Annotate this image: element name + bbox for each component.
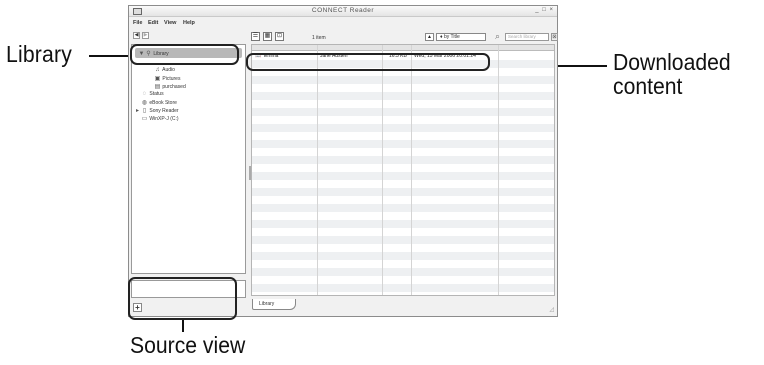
library-tab[interactable]: Library: [252, 299, 296, 310]
sidebar-item-label: Status: [149, 91, 164, 97]
empty-row: [252, 108, 554, 116]
sidebar-item-ebook-store[interactable]: ◍ eBook Store: [141, 99, 177, 106]
empty-row: [252, 252, 554, 260]
sidebar-item-sony-reader[interactable]: ▸ ▯ Sony Reader: [134, 107, 179, 114]
empty-row: [252, 92, 554, 100]
column-divider: [411, 45, 412, 295]
title-bar: CONNECT Reader _ □ ×: [129, 6, 557, 17]
sidebar-item-label: eBook Store: [149, 100, 177, 106]
sidebar-item-label: WinXP-J (C:): [149, 116, 179, 122]
library-highlight: [130, 44, 239, 65]
sidebar-item-drive[interactable]: ▭ WinXP-J (C:): [141, 115, 179, 122]
empty-row: [252, 84, 554, 92]
sidebar-item-label: Sony Reader: [149, 108, 179, 114]
column-header[interactable]: [252, 45, 554, 51]
empty-row: [252, 140, 554, 148]
empty-row: [252, 148, 554, 156]
resize-grip-icon[interactable]: ◿: [549, 306, 554, 313]
empty-row: [252, 268, 554, 276]
window-controls[interactable]: _ □ ×: [535, 7, 554, 13]
back-button[interactable]: ◀: [133, 32, 140, 39]
source-view-leader-line: [182, 318, 184, 332]
menu-edit[interactable]: Edit: [148, 20, 158, 26]
sort-order-button[interactable]: ▲: [425, 33, 434, 41]
downloaded-callout-line2: content: [613, 73, 683, 100]
source-view-callout: Source view: [130, 332, 246, 358]
empty-row: [252, 244, 554, 252]
picture-icon: ▣: [154, 76, 161, 82]
empty-row: [252, 132, 554, 140]
empty-row: [252, 124, 554, 132]
empty-row: [252, 196, 554, 204]
empty-row: [252, 116, 554, 124]
empty-row: [252, 284, 554, 292]
sidebar-item-label: purchased: [162, 84, 186, 90]
menu-view[interactable]: View: [164, 20, 176, 26]
empty-row: [252, 204, 554, 212]
library-leader-line: [89, 55, 131, 57]
empty-row: [252, 236, 554, 244]
grid-view-button[interactable]: ▦: [263, 32, 272, 41]
sidebar-item-purchased[interactable]: ▤ purchased: [154, 83, 186, 90]
source-view-highlight: [128, 277, 237, 320]
empty-row: [252, 100, 554, 108]
downloaded-content-callout: Downloaded content: [613, 50, 731, 98]
window-title: CONNECT Reader: [311, 7, 375, 14]
device-icon: ▯: [142, 108, 147, 114]
empty-row: [252, 180, 554, 188]
empty-row: [252, 220, 554, 228]
sidebar-item-label: Pictures: [162, 76, 181, 82]
downloaded-content-highlight: [246, 53, 490, 71]
status-icon: ◌: [142, 91, 147, 97]
column-divider: [382, 45, 383, 295]
downloaded-callout-line1: Downloaded: [613, 49, 731, 75]
empty-row: [252, 212, 554, 220]
search-icon: ⌕: [495, 31, 501, 41]
content-list: 📖 Emma Jane Austen 16.3 KB Wed, 15 Mar 2…: [251, 44, 555, 296]
globe-icon: ◍: [141, 100, 148, 106]
sort-by-select[interactable]: ♦ by Title: [436, 33, 486, 41]
library-callout: Library: [6, 41, 72, 67]
source-tree: ▼ ⚲ Library ♫ Audio ▣ Pictures ▤ purchase…: [131, 44, 246, 274]
column-divider: [317, 45, 318, 295]
sidebar-item-status[interactable]: ◌ Status: [141, 91, 164, 97]
empty-row: [252, 228, 554, 236]
empty-row: [252, 76, 554, 84]
expand-arrow-icon[interactable]: ▸: [134, 107, 141, 114]
empty-row: [252, 260, 554, 268]
menu-help[interactable]: Help: [183, 20, 195, 26]
sidebar-item-audio[interactable]: ♫ Audio: [154, 67, 175, 73]
item-count: 1 item: [312, 35, 326, 41]
drive-icon: ▭: [141, 116, 148, 122]
empty-row: [252, 156, 554, 164]
music-note-icon: ♫: [155, 67, 160, 73]
empty-row: [252, 172, 554, 180]
menu-bar: File Edit View Help: [129, 18, 557, 29]
menu-file[interactable]: File: [133, 20, 142, 26]
search-clear-button[interactable]: ⊠: [551, 33, 558, 41]
empty-row: [252, 164, 554, 172]
empty-row: [252, 188, 554, 196]
cover-view-button[interactable]: ⊡: [275, 32, 284, 41]
column-divider: [498, 45, 499, 295]
forward-button[interactable]: ▶: [142, 32, 149, 39]
empty-row: [252, 276, 554, 284]
sidebar-item-pictures[interactable]: ▣ Pictures: [154, 75, 181, 82]
list-icon: ▤: [154, 84, 161, 90]
list-view-button[interactable]: ☰: [251, 32, 260, 41]
sidebar-item-label: Audio: [162, 67, 175, 73]
search-input[interactable]: Search library: [505, 33, 549, 41]
